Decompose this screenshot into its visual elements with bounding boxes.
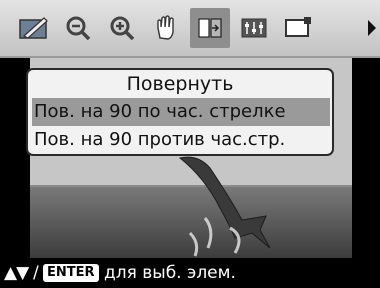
enter-key-badge: ENTER — [43, 264, 99, 282]
up-down-arrows-icon: ▲▼ — [4, 263, 29, 283]
hint-slash: / — [33, 263, 39, 283]
frame-icon[interactable] — [278, 8, 318, 48]
menu-title: Повернуть — [126, 73, 234, 95]
more-right-arrow-icon[interactable] — [368, 20, 376, 36]
hint-text: для выб. элем. — [104, 263, 236, 283]
zoom-out-icon[interactable] — [58, 8, 98, 48]
menu-item-rotate-clockwise[interactable]: Пов. на 90 по час. стрелке — [32, 98, 330, 126]
menu-item-rotate-counterclockwise[interactable]: Пов. на 90 против час.стр. — [32, 126, 330, 154]
edit-image-icon[interactable] — [14, 8, 54, 48]
hint-bar: ▲▼ / ENTER для выб. элем. — [0, 258, 380, 288]
toolbar — [0, 0, 380, 58]
hand-pan-icon[interactable] — [146, 8, 186, 48]
zoom-in-icon[interactable] — [102, 8, 142, 48]
adjust-sliders-icon[interactable] — [234, 8, 274, 48]
rotate-menu-dialog: Повернуть Пов. на 90 по час. стрелке Пов… — [26, 68, 334, 156]
rotate-icon[interactable] — [190, 8, 230, 48]
